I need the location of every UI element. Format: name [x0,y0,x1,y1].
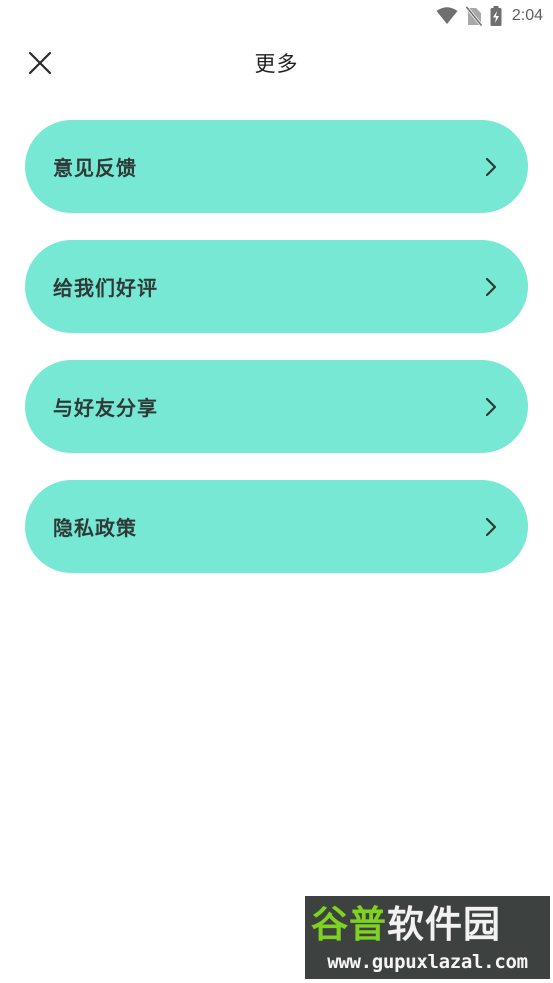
menu-item-label: 与好友分享 [53,396,158,420]
page-title: 更多 [254,52,299,76]
status-icons: 2:04 [436,5,543,27]
chevron-right-icon [485,517,497,537]
header-bar: 更多 [0,36,553,90]
menu-item-share[interactable]: 与好友分享 [25,360,528,453]
menu-item-privacy-policy[interactable]: 隐私政策 [25,480,528,573]
more-screen: 2:04 更多 意见反馈 给我们好评 与好友分享 隐私政策 谷普软件园 www.… [0,0,553,983]
watermark-brand: 谷普软件园 [311,902,545,948]
menu-item-feedback[interactable]: 意见反馈 [25,120,528,213]
watermark-logo: 谷普软件园 www.gupuxlazal.com [305,896,550,979]
status-time: 2:04 [511,7,543,24]
watermark-url: www.gupuxlazal.com [327,951,528,973]
battery-charging-icon [490,6,502,26]
menu-item-label: 隐私政策 [53,516,137,540]
status-bar: 2:04 [0,0,553,32]
menu-list: 意见反馈 给我们好评 与好友分享 隐私政策 [25,120,528,600]
chevron-right-icon [485,277,497,297]
menu-item-label: 给我们好评 [53,276,158,300]
wifi-icon [436,7,458,25]
no-sim-icon [465,6,482,26]
menu-item-rate-us[interactable]: 给我们好评 [25,240,528,333]
menu-item-label: 意见反馈 [53,156,137,180]
chevron-right-icon [485,397,497,417]
chevron-right-icon [485,157,497,177]
watermark-brand-part2: 软件园 [387,903,501,946]
watermark-brand-part1: 谷普 [311,903,387,946]
